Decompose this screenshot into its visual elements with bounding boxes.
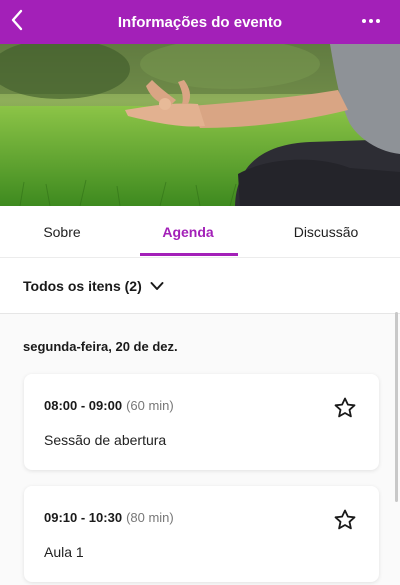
page-title: Informações do evento [117,13,283,31]
tab-discussao[interactable]: Discussão [252,206,400,258]
session-duration: (60 min) [126,398,174,413]
star-outline-icon[interactable] [333,396,357,420]
event-cover-image [0,44,400,206]
app-header: Informações do evento [0,0,400,44]
session-duration: (80 min) [126,510,174,525]
tab-bar: Sobre Agenda Discussão [0,206,400,258]
scrollbar[interactable] [395,312,398,502]
active-tab-indicator [140,253,238,256]
filter-dropdown[interactable]: Todos os itens (2) [0,258,400,314]
session-title: Aula 1 [44,544,84,560]
agenda-item-card[interactable]: 08:00 - 09:00 (60 min) Sessão de abertura [24,374,379,470]
agenda-item-card[interactable]: 09:10 - 10:30 (80 min) Aula 1 [24,486,379,582]
chevron-down-icon [150,281,164,290]
agenda-list: segunda-feira, 20 de dez. 08:00 - 09:00(… [0,314,400,585]
more-options-button[interactable] [358,10,384,32]
session-time: 09:10 - 10:30 (80 min) [44,510,174,525]
tab-sobre[interactable]: Sobre [0,206,124,258]
tab-agenda[interactable]: Agenda [124,206,252,258]
back-button[interactable] [6,6,28,34]
star-outline-icon[interactable] [333,508,357,532]
filter-label: Todos os itens (2) [23,277,142,294]
session-time: 08:00 - 09:00 (60 min) [44,398,174,413]
chevron-left-icon [11,9,23,31]
date-heading: segunda-feira, 20 de dez. [23,339,178,354]
more-horizontal-icon [362,19,366,23]
session-title: Sessão de abertura [44,432,167,448]
